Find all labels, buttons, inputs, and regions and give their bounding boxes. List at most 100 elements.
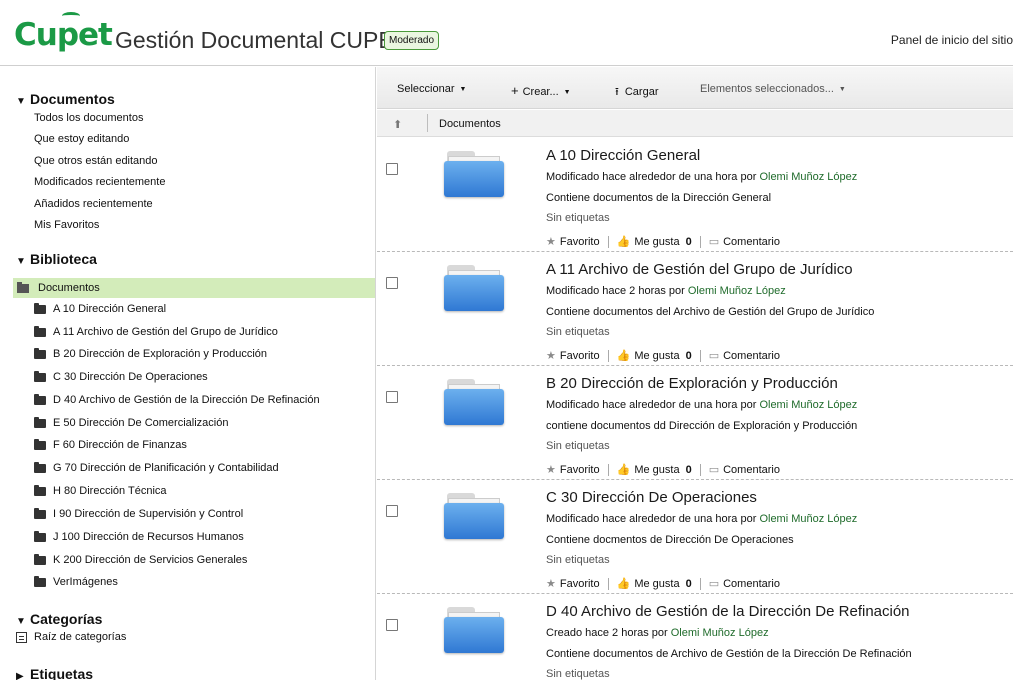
comment-action[interactable]: ▭ Comentario	[709, 349, 780, 362]
item-user-link[interactable]: Olemi Muñoz López	[671, 627, 769, 639]
category-root[interactable]: Raíz de categorías	[16, 631, 126, 643]
item-name[interactable]: D 40 Archivo de Gestión de la Dirección …	[546, 603, 910, 620]
item-name[interactable]: B 20 Dirección de Exploración y Producci…	[546, 375, 838, 392]
folder-icon[interactable]	[444, 151, 504, 197]
tree-folder-b20[interactable]: B 20 Dirección de Exploración y Producci…	[34, 347, 267, 360]
sidebar: ▼ Documentos Todos los documentos Que est…	[0, 67, 376, 680]
tree-folder-label: G 70 Dirección de Planificación y Contab…	[53, 462, 279, 474]
tree-folder-k200[interactable]: K 200 Dirección de Servicios Generales	[34, 553, 248, 566]
upload-label: Cargar	[624, 86, 659, 98]
favorite-action[interactable]: ★ Favorito	[546, 577, 600, 590]
tree-folder-f60[interactable]: F 60 Dirección de Finanzas	[34, 438, 187, 451]
comment-label: Comentario	[723, 464, 780, 476]
tags-section-toggle[interactable]: ▶ Etiquetas	[16, 666, 93, 680]
like-count: 0	[685, 578, 692, 590]
caret-down-icon: ▼	[563, 89, 571, 96]
favorite-action[interactable]: ★ Favorito	[546, 349, 600, 362]
thumbs-up-icon: 👍	[616, 236, 631, 248]
comment-action[interactable]: ▭ Comentario	[709, 235, 780, 248]
breadcrumb-divider	[427, 114, 428, 132]
item-checkbox[interactable]	[386, 277, 398, 289]
tree-folder-a10[interactable]: A 10 Dirección General	[34, 302, 166, 315]
cupet-logo[interactable]: Cupet	[14, 12, 113, 52]
categories-section-toggle[interactable]: ▼ Categorías	[16, 611, 102, 627]
breadcrumb-current[interactable]: Documentos	[439, 118, 501, 130]
tree-folder-c30[interactable]: C 30 Dirección De Operaciones	[34, 370, 208, 383]
document-list: A 10 Dirección General Modificado hace a…	[377, 138, 1013, 680]
caret-down-icon: ▼	[459, 86, 467, 93]
list-item: A 11 Archivo de Gestión del Grupo de Jur…	[377, 252, 1013, 366]
nav-editing-others[interactable]: Que otros están editando	[34, 155, 158, 167]
tree-folder-label: K 200 Dirección de Servicios Generales	[53, 554, 248, 566]
library-section-toggle[interactable]: ▼ Biblioteca	[16, 251, 97, 267]
action-divider	[699, 463, 701, 476]
item-user-link[interactable]: Olemi Muñoz López	[688, 285, 786, 297]
folder-icon[interactable]	[444, 493, 504, 539]
comment-icon: ▭	[708, 350, 720, 362]
item-user-link[interactable]: Olemi Muñoz López	[759, 171, 857, 183]
item-checkbox[interactable]	[386, 391, 398, 403]
tree-folder-verimagenes[interactable]: VerImágenes	[34, 575, 118, 588]
caret-down-icon: ▼	[838, 86, 846, 93]
folder-icon[interactable]	[444, 265, 504, 311]
upload-button[interactable]: ⭱ Cargar	[615, 83, 658, 102]
list-item: A 10 Dirección General Modificado hace a…	[377, 138, 1013, 252]
tree-folder-h80[interactable]: H 80 Dirección Técnica	[34, 484, 167, 497]
like-action[interactable]: 👍 Me gusta 0	[617, 235, 692, 248]
selected-items-menu[interactable]: Elementos seleccionados... ▼	[700, 83, 846, 95]
like-action[interactable]: 👍 Me gusta 0	[617, 577, 692, 590]
like-action[interactable]: 👍 Me gusta 0	[617, 349, 692, 362]
item-user-link[interactable]: Olemi Muñoz López	[759, 513, 857, 525]
nav-favorites[interactable]: Mis Favoritos	[34, 219, 99, 231]
star-icon: ★	[546, 350, 556, 362]
item-tags: Sin etiquetas	[546, 668, 610, 680]
folder-up-icon[interactable]: ⬆	[393, 118, 402, 131]
favorite-action[interactable]: ★ Favorito	[546, 463, 600, 476]
folder-icon	[34, 484, 46, 496]
select-menu-button[interactable]: Seleccionar ▼	[397, 83, 466, 95]
site-header: Cupet Gestión Documental CUPET Moderado …	[0, 0, 1013, 66]
star-icon: ★	[546, 578, 556, 590]
item-meta: Modificado hace alrededor de una hora po…	[546, 513, 857, 525]
site-dashboard-link[interactable]: Panel de inicio del sitio	[891, 33, 1013, 47]
tree-root-documents[interactable]: Documentos	[13, 278, 375, 298]
nav-editing-me[interactable]: Que estoy editando	[34, 133, 129, 145]
comment-action[interactable]: ▭ Comentario	[709, 463, 780, 476]
item-user-link[interactable]: Olemi Muñoz López	[759, 399, 857, 411]
nav-recently-added[interactable]: Añadidos recientemente	[34, 198, 153, 210]
item-checkbox[interactable]	[386, 163, 398, 175]
item-name[interactable]: A 11 Archivo de Gestión del Grupo de Jur…	[546, 261, 853, 278]
tree-folder-a11[interactable]: A 11 Archivo de Gestión del Grupo de Jur…	[34, 325, 278, 338]
favorite-action[interactable]: ★ Favorito	[546, 235, 600, 248]
tree-folder-d40[interactable]: D 40 Archivo de Gestión de la Dirección …	[34, 393, 320, 406]
star-icon: ★	[546, 236, 556, 248]
item-checkbox[interactable]	[386, 619, 398, 631]
comment-icon: ▭	[708, 464, 720, 476]
item-meta: Modificado hace alrededor de una hora po…	[546, 399, 857, 411]
thumbs-up-icon: 👍	[616, 350, 631, 362]
tree-folder-label: H 80 Dirección Técnica	[53, 485, 167, 497]
comment-action[interactable]: ▭ Comentario	[709, 577, 780, 590]
item-actions: ★ Favorito 👍 Me gusta 0 ▭ Comentario	[546, 235, 780, 248]
tree-folder-i90[interactable]: I 90 Dirección de Supervisión y Control	[34, 507, 243, 520]
like-action[interactable]: 👍 Me gusta 0	[617, 463, 692, 476]
item-meta: Modificado hace alrededor de una hora po…	[546, 171, 857, 183]
documents-section-title: Documentos	[30, 91, 115, 107]
comment-label: Comentario	[723, 236, 780, 248]
folder-icon[interactable]	[444, 607, 504, 653]
create-menu-button[interactable]: + Crear... ▼	[511, 83, 571, 98]
item-tags: Sin etiquetas	[546, 440, 610, 452]
tree-folder-label: A 11 Archivo de Gestión del Grupo de Jur…	[53, 326, 278, 338]
item-checkbox[interactable]	[386, 505, 398, 517]
item-name[interactable]: C 30 Dirección De Operaciones	[546, 489, 757, 506]
folder-icon[interactable]	[444, 379, 504, 425]
tree-folder-g70[interactable]: G 70 Dirección de Planificación y Contab…	[34, 461, 279, 474]
list-item: B 20 Dirección de Exploración y Producci…	[377, 366, 1013, 480]
tree-folder-j100[interactable]: J 100 Dirección de Recursos Humanos	[34, 530, 244, 543]
tree-folder-e50[interactable]: E 50 Dirección De Comercialización	[34, 416, 228, 429]
folder-icon	[34, 393, 46, 405]
nav-all-documents[interactable]: Todos los documentos	[34, 112, 143, 124]
item-name[interactable]: A 10 Dirección General	[546, 147, 700, 164]
documents-section-toggle[interactable]: ▼ Documentos	[16, 91, 115, 107]
nav-recently-modified[interactable]: Modificados recientemente	[34, 176, 165, 188]
